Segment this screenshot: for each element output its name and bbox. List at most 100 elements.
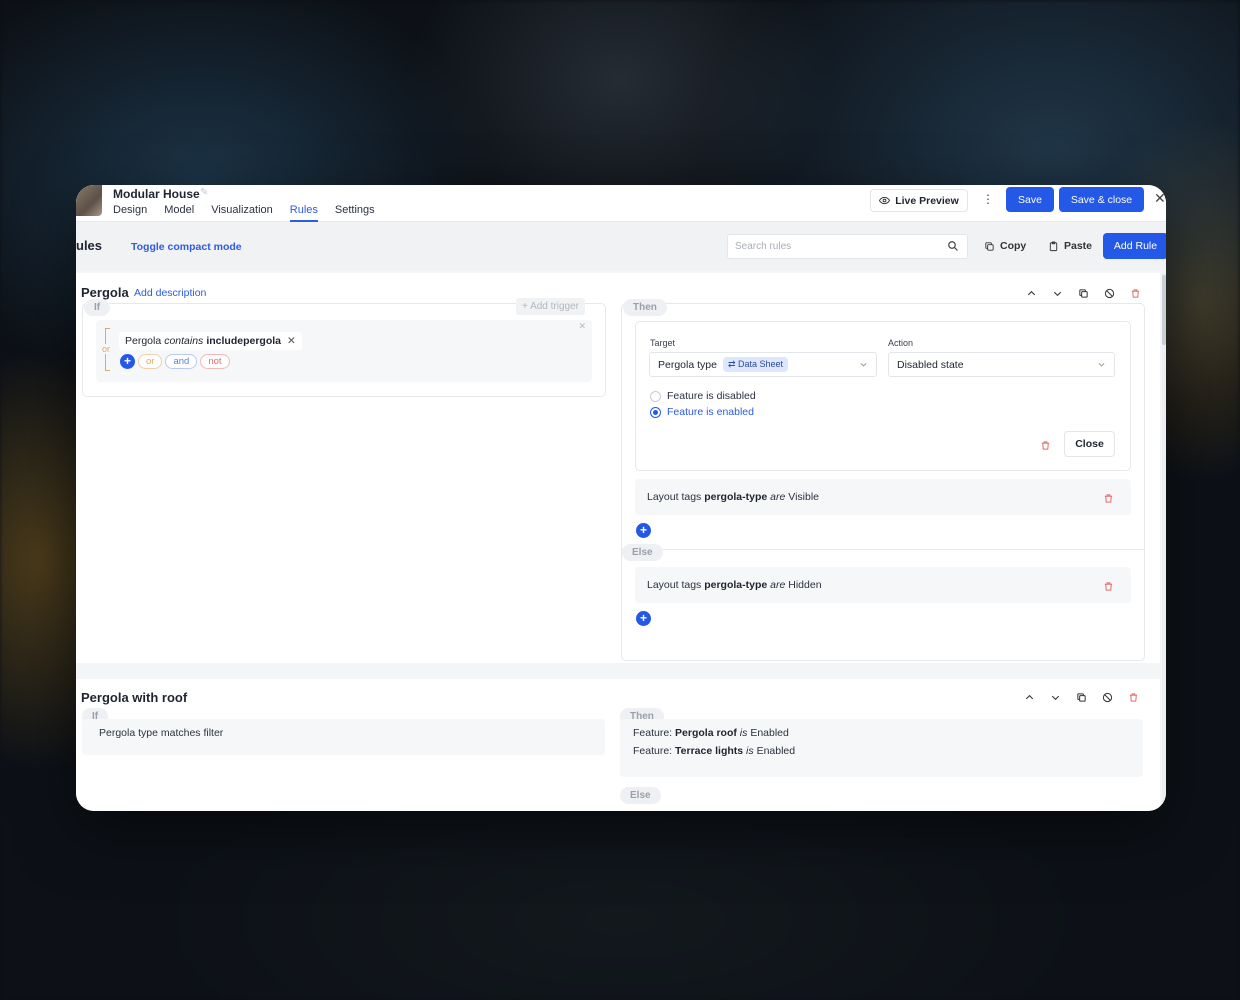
else-action-row[interactable]: Layout tags pergola-type are Hidden — [635, 567, 1131, 603]
and-button[interactable]: and — [165, 354, 198, 369]
target-value: Pergola type — [658, 358, 717, 371]
else-label: Else — [622, 544, 663, 561]
copy-icon — [985, 241, 994, 251]
then-action-text: Layout tags pergola-type are Visible — [647, 491, 819, 503]
action-verb: is — [746, 745, 754, 757]
action-prefix: Layout tags — [647, 579, 702, 591]
rule-actions — [1024, 286, 1142, 300]
add-else-action-plus-icon[interactable]: + — [636, 611, 651, 626]
action-verb: are — [770, 491, 786, 503]
radio-label: Feature is disabled — [667, 390, 756, 402]
action-prefix: Feature: — [633, 727, 673, 739]
else-label: Else — [620, 787, 661, 804]
pencil-icon[interactable]: ✎ — [200, 187, 208, 198]
trash-icon[interactable] — [1103, 491, 1114, 509]
or-button[interactable]: or — [138, 354, 163, 369]
project-title: Modular House — [113, 187, 200, 201]
tab-rules[interactable]: Rules — [289, 204, 318, 222]
if-label: If — [84, 299, 111, 316]
trash-icon[interactable] — [1040, 438, 1051, 456]
eye-icon — [879, 196, 891, 205]
add-condition-plus-icon[interactable]: + — [120, 354, 135, 369]
close-icon[interactable]: ✕ — [1154, 190, 1166, 207]
rule-card: Pergola with roof If Pergola type matche… — [76, 679, 1160, 811]
duplicate-icon[interactable] — [1076, 286, 1090, 300]
chevron-up-icon[interactable] — [1022, 690, 1036, 704]
copy-label: Copy — [1000, 240, 1027, 252]
action-feature: Pergola roof — [675, 727, 737, 739]
duplicate-icon[interactable] — [1074, 690, 1088, 704]
data-sheet-badge: ⇄ Data Sheet — [722, 357, 789, 372]
scrollbar[interactable] — [1162, 273, 1166, 811]
remove-condition-icon[interactable]: ✕ — [287, 335, 296, 347]
tab-model[interactable]: Model — [164, 204, 194, 222]
radio-feature-disabled[interactable]: Feature is disabled — [650, 390, 756, 402]
rule-title: Pergola — [81, 285, 129, 300]
data-sheet-label: Data Sheet — [738, 359, 784, 369]
target-select[interactable]: Pergola type ⇄ Data Sheet — [649, 352, 877, 377]
action-value: Disabled state — [897, 358, 964, 371]
remove-group-icon[interactable]: ✕ — [578, 321, 586, 332]
paste-button[interactable]: Paste — [1048, 240, 1092, 252]
copy-button[interactable]: Copy — [984, 240, 1026, 252]
radio-button[interactable] — [650, 406, 661, 418]
action-tag: pergola-type — [704, 491, 768, 503]
search-icon[interactable] — [947, 240, 959, 252]
close-button[interactable]: Close — [1064, 431, 1115, 457]
divider — [622, 549, 1144, 550]
more-vertical-icon[interactable]: ⋮ — [982, 192, 994, 206]
action-state: Enabled — [756, 745, 796, 757]
action-state: Enabled — [750, 727, 789, 739]
radio-button[interactable] — [650, 390, 661, 402]
action-select[interactable]: Disabled state — [888, 352, 1115, 377]
chevron-up-icon[interactable] — [1024, 286, 1038, 300]
rule-card: Pergola Add description If + Add trigger… — [76, 273, 1160, 663]
radio-feature-enabled[interactable]: Feature is enabled — [650, 406, 754, 418]
or-bracket-label: or — [102, 344, 111, 354]
chevron-down-icon[interactable] — [1048, 690, 1062, 704]
condition-pill[interactable]: Pergola contains includepergola ✕ — [119, 332, 302, 350]
page-title: ules — [76, 238, 103, 253]
rule-title: Pergola with roof — [81, 690, 188, 705]
then-action-row[interactable]: Layout tags pergola-type are Visible — [635, 479, 1131, 515]
tab-design[interactable]: Design — [113, 204, 147, 222]
trash-icon[interactable] — [1126, 690, 1140, 704]
main-nav: Design Model Visualization Rules Setting… — [113, 204, 392, 222]
tab-visualization[interactable]: Visualization — [211, 204, 273, 222]
then-label: Then — [623, 299, 667, 316]
trash-icon[interactable] — [1103, 579, 1114, 597]
rule-actions — [1022, 690, 1140, 704]
action-feature: Terrace lights — [675, 745, 744, 757]
trash-icon[interactable] — [1128, 286, 1142, 300]
scrollbar-thumb[interactable] — [1162, 275, 1166, 345]
save-button[interactable]: Save — [1006, 187, 1054, 212]
radio-label: Feature is enabled — [667, 406, 754, 418]
action-label: Action — [888, 338, 914, 348]
save-and-close-button[interactable]: Save & close — [1059, 187, 1144, 212]
search-input[interactable] — [728, 235, 928, 258]
toggle-compact-mode-link[interactable]: Toggle compact mode — [131, 241, 242, 253]
action-state: Visible — [788, 491, 820, 503]
chevron-down-icon[interactable] — [1050, 286, 1064, 300]
tab-settings[interactable]: Settings — [335, 204, 375, 222]
condition-operator: contains — [164, 335, 204, 347]
then-actions[interactable]: Feature: Pergola roof is Enabled Feature… — [620, 719, 1143, 777]
disable-icon[interactable] — [1102, 286, 1116, 300]
add-rule-button[interactable]: Add Rule — [1103, 233, 1166, 259]
add-trigger-button[interactable]: + Add trigger — [516, 298, 585, 315]
action-verb: are — [770, 579, 786, 591]
add-action-plus-icon[interactable]: + — [636, 523, 651, 538]
condition-row[interactable]: Pergola type matches filter — [82, 719, 605, 755]
add-description-link[interactable]: Add description — [134, 287, 206, 299]
condition-subject: Pergola — [125, 335, 162, 347]
disable-icon[interactable] — [1100, 690, 1114, 704]
then-action-text: Feature: Pergola roof is Enabled — [633, 727, 789, 739]
search-field — [727, 234, 968, 259]
chevron-down-icon — [1098, 363, 1105, 367]
action-state: Hidden — [788, 579, 822, 591]
app-window: Modular House ✎ Design Model Visualizati… — [76, 185, 1166, 811]
else-action-text: Layout tags pergola-type are Hidden — [647, 579, 822, 591]
live-preview-button[interactable]: Live Preview — [870, 189, 968, 212]
not-button[interactable]: not — [200, 354, 230, 369]
logic-buttons: + or and not — [120, 354, 230, 369]
